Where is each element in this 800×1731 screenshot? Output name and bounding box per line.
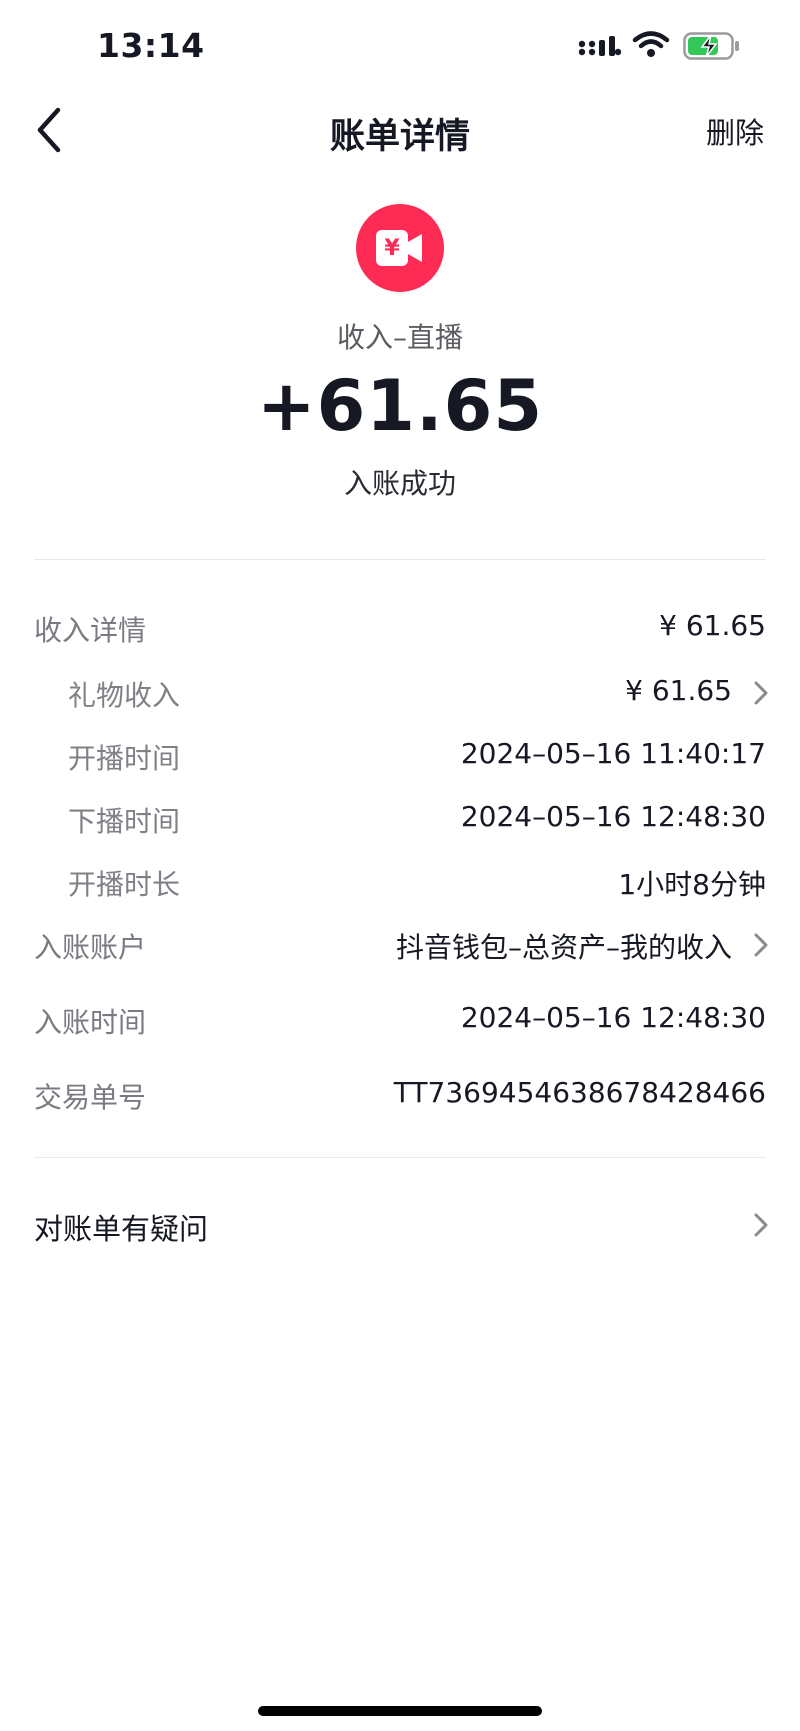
detail-value: ¥ 61.65 xyxy=(625,674,732,707)
signal-icon xyxy=(578,34,622,62)
bill-status: 入账成功 xyxy=(343,467,456,500)
delete-button[interactable]: 删除 xyxy=(706,110,764,152)
billing-question-row[interactable]: 对账单有疑问 xyxy=(0,1196,800,1252)
detail-label: 礼物收入 xyxy=(68,679,181,712)
detail-row-start-time: 开播时间 2024–05–16 11:40:17 xyxy=(0,729,800,779)
billing-question-label: 对账单有疑问 xyxy=(34,1212,209,1246)
bill-amount: +61.65 xyxy=(256,365,544,447)
page-title: 账单详情 xyxy=(329,117,470,157)
live-yuan-camera-icon: ¥ xyxy=(356,204,444,292)
detail-label: 收入详情 xyxy=(34,614,147,647)
detail-value: 2024–05–16 11:40:17 xyxy=(460,737,766,770)
detail-row-order-no: 交易单号 TT7369454638678428466 xyxy=(0,1068,800,1118)
divider xyxy=(34,1157,766,1158)
home-indicator[interactable] xyxy=(258,1706,542,1716)
detail-label: 开播时长 xyxy=(68,868,181,901)
detail-value: 1小时8分钟 xyxy=(618,868,766,901)
detail-value: TT7369454638678428466 xyxy=(393,1076,766,1109)
wifi-icon xyxy=(632,30,670,62)
chevron-right-icon xyxy=(754,681,768,705)
nav-bar: 账单详情 删除 xyxy=(0,90,800,170)
status-bar: 13:14 xyxy=(0,0,800,90)
chevron-right-icon xyxy=(754,933,768,957)
detail-row-gift-income[interactable]: 礼物收入 ¥ 61.65 xyxy=(0,666,800,716)
detail-value: 抖音钱包–总资产–我的收入 xyxy=(395,931,732,964)
detail-row-duration: 开播时长 1小时8分钟 xyxy=(0,855,800,905)
detail-label: 开播时间 xyxy=(68,742,181,775)
detail-row-end-time: 下播时间 2024–05–16 12:48:30 xyxy=(0,792,800,842)
detail-label: 入账账户 xyxy=(34,931,147,964)
detail-value: 2024–05–16 12:48:30 xyxy=(460,1001,766,1034)
detail-label: 交易单号 xyxy=(34,1081,147,1114)
battery-charging-icon xyxy=(683,32,741,64)
detail-row-income-detail: 收入详情 ¥ 61.65 xyxy=(0,601,800,651)
status-time: 13:14 xyxy=(97,26,205,65)
detail-value: ¥ 61.65 xyxy=(659,609,766,642)
yuan-glyph: ¥ xyxy=(384,236,400,261)
divider xyxy=(34,559,766,560)
detail-value: 2024–05–16 12:48:30 xyxy=(460,800,766,833)
detail-label: 入账时间 xyxy=(34,1006,147,1039)
chevron-right-icon xyxy=(754,1213,768,1237)
detail-row-credit-time: 入账时间 2024–05–16 12:48:30 xyxy=(0,993,800,1043)
detail-label: 下播时间 xyxy=(68,805,181,838)
detail-row-account[interactable]: 入账账户 抖音钱包–总资产–我的收入 xyxy=(0,918,800,968)
bill-category: 收入–直播 xyxy=(336,321,463,354)
